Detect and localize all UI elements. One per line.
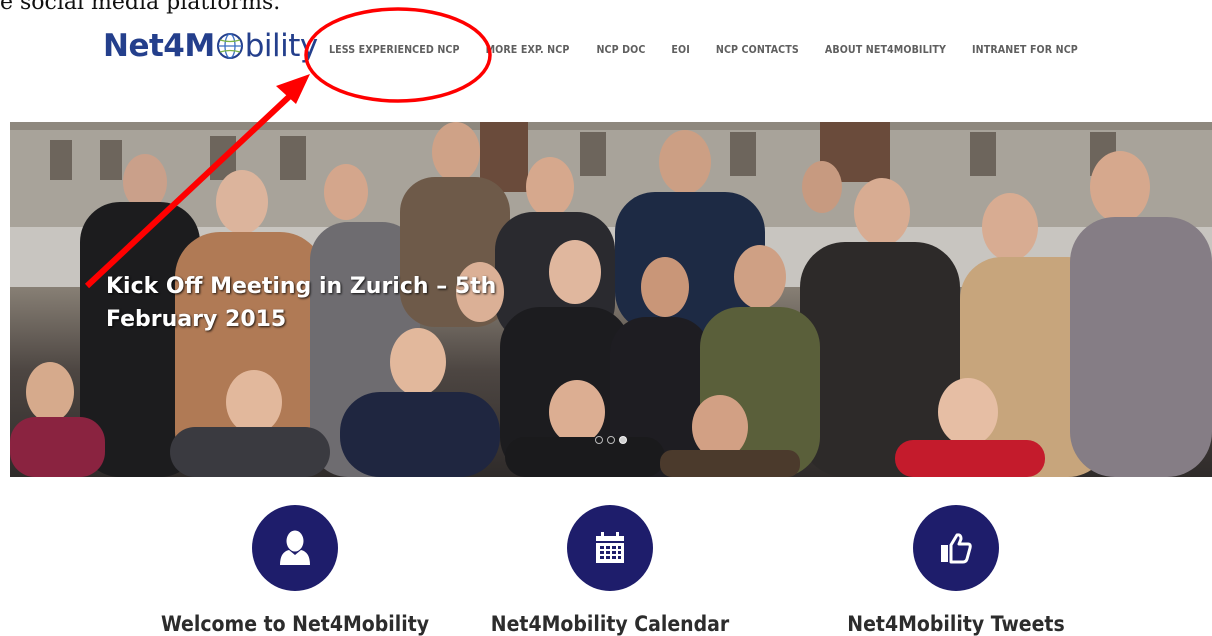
feature-calendar-title[interactable]: Net4Mobility Calendar [460, 612, 760, 636]
feature-welcome-title[interactable]: Welcome to Net4Mobility [145, 612, 445, 636]
feature-welcome-button[interactable] [252, 505, 338, 591]
hero-caption-line-2: February 2015 [106, 307, 287, 332]
logo-text-net4m: Net4M [103, 28, 215, 64]
feature-calendar: Net4Mobility Calendar [460, 505, 760, 636]
slider-dot-active[interactable] [619, 436, 627, 444]
nav-intranet-for-ncp[interactable]: INTRANET FOR NCP [972, 44, 1078, 56]
feature-welcome: Welcome to Net4Mobility [145, 505, 445, 636]
slider-dot[interactable] [595, 436, 603, 444]
nav-ncp-contacts[interactable]: NCP CONTACTS [716, 44, 799, 56]
nav-ncp-doc[interactable]: NCP DOC [596, 44, 645, 56]
main-nav: LESS EXPERIENCED NCP MORE EXP. NCP NCP D… [329, 40, 1078, 60]
thumbs-up-icon [941, 533, 972, 564]
net4mobility-logo[interactable]: Net4M bility [103, 26, 318, 66]
slider-dots [595, 436, 627, 444]
hero-slider[interactable]: Kick Off Meeting in Zurich – 5th Februar… [10, 122, 1212, 477]
hero-caption[interactable]: Kick Off Meeting in Zurich – 5th Februar… [106, 270, 566, 336]
feature-tweets-button[interactable] [913, 505, 999, 591]
calendar-icon [596, 532, 624, 563]
user-icon [280, 530, 310, 565]
top-caption-text: e social media platforms. [0, 0, 281, 15]
nav-more-exp-ncp[interactable]: MORE EXP. NCP [486, 44, 570, 56]
hero-caption-line-1: Kick Off Meeting in Zurich – 5th [106, 274, 497, 299]
feature-tweets: Net4Mobility Tweets [806, 505, 1106, 636]
feature-tweets-title[interactable]: Net4Mobility Tweets [806, 612, 1106, 636]
feature-calendar-button[interactable] [567, 505, 653, 591]
nav-less-experienced-ncp[interactable]: LESS EXPERIENCED NCP [329, 44, 460, 56]
nav-eoi[interactable]: EOI [671, 44, 689, 56]
annotation-arrowhead [276, 74, 310, 104]
nav-about-net4mobility[interactable]: ABOUT NET4MOBILITY [825, 44, 946, 56]
slider-dot[interactable] [607, 436, 615, 444]
logo-text-bility: bility [244, 28, 319, 64]
globe-icon [216, 33, 243, 59]
